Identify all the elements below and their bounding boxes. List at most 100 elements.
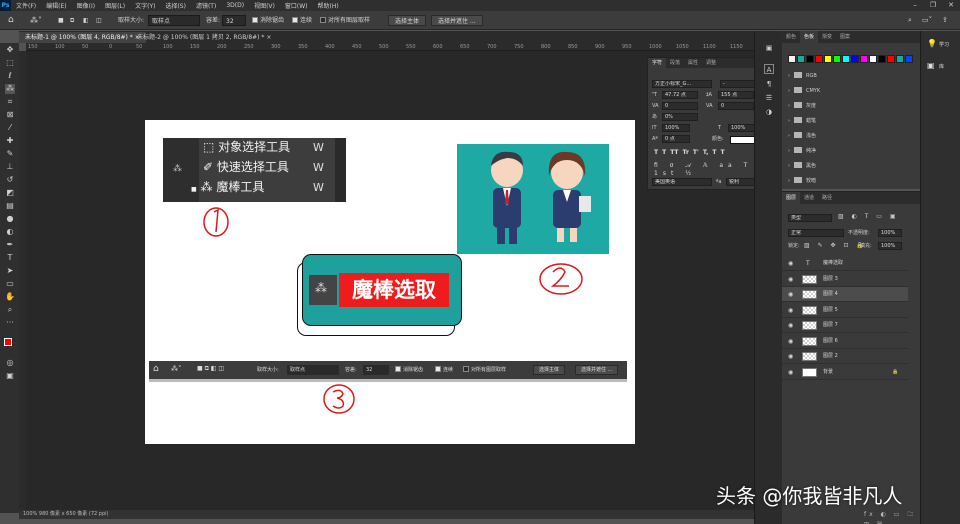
swatch-group[interactable]: › 较暗: [788, 174, 816, 188]
visibility-eye-icon[interactable]: ◉: [788, 272, 793, 287]
history-brush-icon[interactable]: ↺: [5, 175, 15, 185]
more-tools-icon[interactable]: ···: [5, 318, 15, 328]
kerning-input[interactable]: 0: [662, 102, 698, 110]
character-panel-icon[interactable]: A: [764, 64, 774, 74]
menu-help[interactable]: 帮助(H): [313, 1, 344, 10]
swatch-group[interactable]: › CMYK: [788, 84, 820, 98]
stamp-tool-icon[interactable]: ⊥: [5, 162, 15, 172]
superscript-button[interactable]: T': [693, 149, 699, 156]
subtract-selection-icon[interactable]: ◧: [83, 15, 89, 26]
baseline-input[interactable]: 0 点: [662, 135, 690, 143]
menu-type[interactable]: 文字(Y): [130, 1, 160, 10]
type-tool-icon[interactable]: T: [5, 253, 15, 263]
new-selection-icon[interactable]: ■: [58, 15, 64, 26]
dodge-tool-icon[interactable]: ◐: [5, 227, 15, 237]
visibility-eye-icon[interactable]: ◉: [788, 334, 793, 349]
frame-tool-icon[interactable]: ⊠: [5, 110, 15, 120]
visibility-eye-icon[interactable]: ◉: [788, 365, 793, 380]
maximize-icon[interactable]: ❐: [924, 0, 942, 11]
search-icon[interactable]: ⌕: [908, 15, 912, 26]
marquee-tool-icon[interactable]: ⬚: [5, 58, 15, 68]
menu-view[interactable]: 视图(V): [249, 1, 280, 10]
layer-row[interactable]: ◉ 图层 6: [782, 334, 908, 349]
tab-paths[interactable]: 路径: [818, 192, 836, 204]
vertical-scale-input[interactable]: 100%: [662, 124, 690, 132]
visibility-eye-icon[interactable]: ◉: [788, 287, 793, 302]
properties-panel-icon[interactable]: ☰: [764, 93, 774, 103]
swatch-group[interactable]: › 蜡笔: [788, 114, 816, 128]
move-tool-icon[interactable]: ✥: [5, 45, 15, 55]
swatch-group[interactable]: › 纯净: [788, 144, 816, 158]
zoom-tool-icon[interactable]: ⌕: [5, 305, 15, 315]
tab-properties[interactable]: 属性: [684, 58, 702, 68]
tab-character[interactable]: 字符: [648, 58, 667, 68]
contiguous-checkbox[interactable]: 连续: [292, 15, 312, 26]
quick-mask-icon[interactable]: ◎: [5, 358, 15, 368]
eraser-tool-icon[interactable]: ◩: [5, 188, 15, 198]
swatch-8[interactable]: [860, 55, 868, 63]
layer-row[interactable]: ◉ 图层 5: [782, 303, 908, 318]
healing-tool-icon[interactable]: ✚: [5, 136, 15, 146]
language-select[interactable]: 美国英语: [652, 178, 712, 186]
menu-filter[interactable]: 滤镜(T): [191, 1, 221, 10]
menu-image[interactable]: 图像(I): [72, 1, 100, 10]
lasso-tool-icon[interactable]: ℓ: [5, 71, 15, 81]
swatch-13[interactable]: [905, 55, 913, 63]
swatch-0[interactable]: [788, 55, 796, 63]
layer-filter-select[interactable]: 类型: [788, 214, 832, 222]
intersect-selection-icon[interactable]: ◫: [96, 15, 102, 26]
swatch-9[interactable]: [869, 55, 877, 63]
small-caps-button[interactable]: Tr: [683, 149, 689, 156]
home-icon[interactable]: ⌂: [8, 15, 14, 26]
layer-row[interactable]: ◉ 图层 4: [782, 287, 908, 302]
menu-select[interactable]: 选择(S): [160, 1, 191, 10]
gradient-tool-icon[interactable]: ▤: [5, 201, 15, 211]
swatch-7[interactable]: [851, 55, 859, 63]
tracking-input[interactable]: 0: [718, 102, 754, 110]
tab-swatches[interactable]: 色板: [800, 31, 819, 43]
subscript-button[interactable]: T,: [703, 149, 709, 156]
swatch-group[interactable]: › 黑色: [788, 159, 816, 173]
swatch-6[interactable]: [842, 55, 850, 63]
visibility-eye-icon[interactable]: ◉: [788, 256, 793, 271]
tab-adjustments[interactable]: 调整: [702, 58, 720, 68]
underline-button[interactable]: T: [712, 149, 716, 156]
tab-gradients[interactable]: 渐变: [818, 31, 836, 43]
screen-mode-icon[interactable]: ▣: [5, 371, 15, 381]
share-icon[interactable]: ⇪: [942, 15, 948, 26]
layer-row[interactable]: ◉ 图层 7: [782, 318, 908, 333]
tab-channels[interactable]: 通道: [800, 192, 818, 204]
tab-layers[interactable]: 图层: [782, 192, 801, 204]
menu-3d[interactable]: 3D(D): [221, 2, 249, 9]
magic-wand-tool-icon[interactable]: ⁂: [5, 84, 15, 94]
menu-edit[interactable]: 编辑(E): [41, 1, 71, 10]
tab-document-1[interactable]: 未标题-1 @ 100% (图层 4, RGB/8#) * ×: [19, 32, 146, 43]
fill-input[interactable]: 100%: [878, 242, 902, 250]
strikethrough-button[interactable]: T: [720, 149, 724, 156]
antialias-checkbox[interactable]: 消除锯齿: [252, 15, 284, 26]
faux-italic-button[interactable]: T: [662, 149, 666, 156]
leading-input[interactable]: 155 点: [718, 91, 754, 99]
paragraph-panel-icon[interactable]: ¶: [764, 79, 774, 89]
swatch-4[interactable]: [824, 55, 832, 63]
document-canvas[interactable]: ⁂ ⬚ 对象选择工具 ✐ 快速选择工具 ■ ⁂ 魔棒工具 W W W ⁂ 魔棒选…: [145, 120, 635, 444]
layer-row[interactable]: ◉ 图层 3: [782, 272, 908, 287]
select-subject-button[interactable]: 选择主体: [388, 15, 427, 26]
brush-tool-icon[interactable]: ✎: [5, 149, 15, 159]
swatch-group[interactable]: › 浅色: [788, 129, 816, 143]
font-family-select[interactable]: 方正小标宋_G...: [652, 80, 712, 88]
font-size-input[interactable]: 47.72 点: [662, 91, 698, 99]
tab-document-2[interactable]: 未标题-2 @ 100% (图层 1 拷贝 2, RGB/8#) * ×: [131, 32, 277, 43]
path-select-icon[interactable]: ➤: [5, 266, 15, 276]
visibility-eye-icon[interactable]: ◉: [788, 349, 793, 364]
lock-icons[interactable]: ▨ ✎ ✥ ⊡ 🔒: [804, 242, 867, 250]
menu-layer[interactable]: 图层(L): [100, 1, 130, 10]
tab-paragraph[interactable]: 段落: [666, 58, 684, 68]
hand-tool-icon[interactable]: ✋: [5, 292, 15, 302]
swatch-2[interactable]: [806, 55, 814, 63]
history-panel-icon[interactable]: ▣: [764, 43, 774, 53]
all-caps-button[interactable]: TT: [670, 149, 678, 156]
horizontal-scale-input[interactable]: 100%: [728, 124, 756, 132]
layer-filter-icons[interactable]: ▨ ◐ T ▭ ▣: [838, 213, 899, 220]
learn-icon[interactable]: 💡: [927, 39, 937, 48]
